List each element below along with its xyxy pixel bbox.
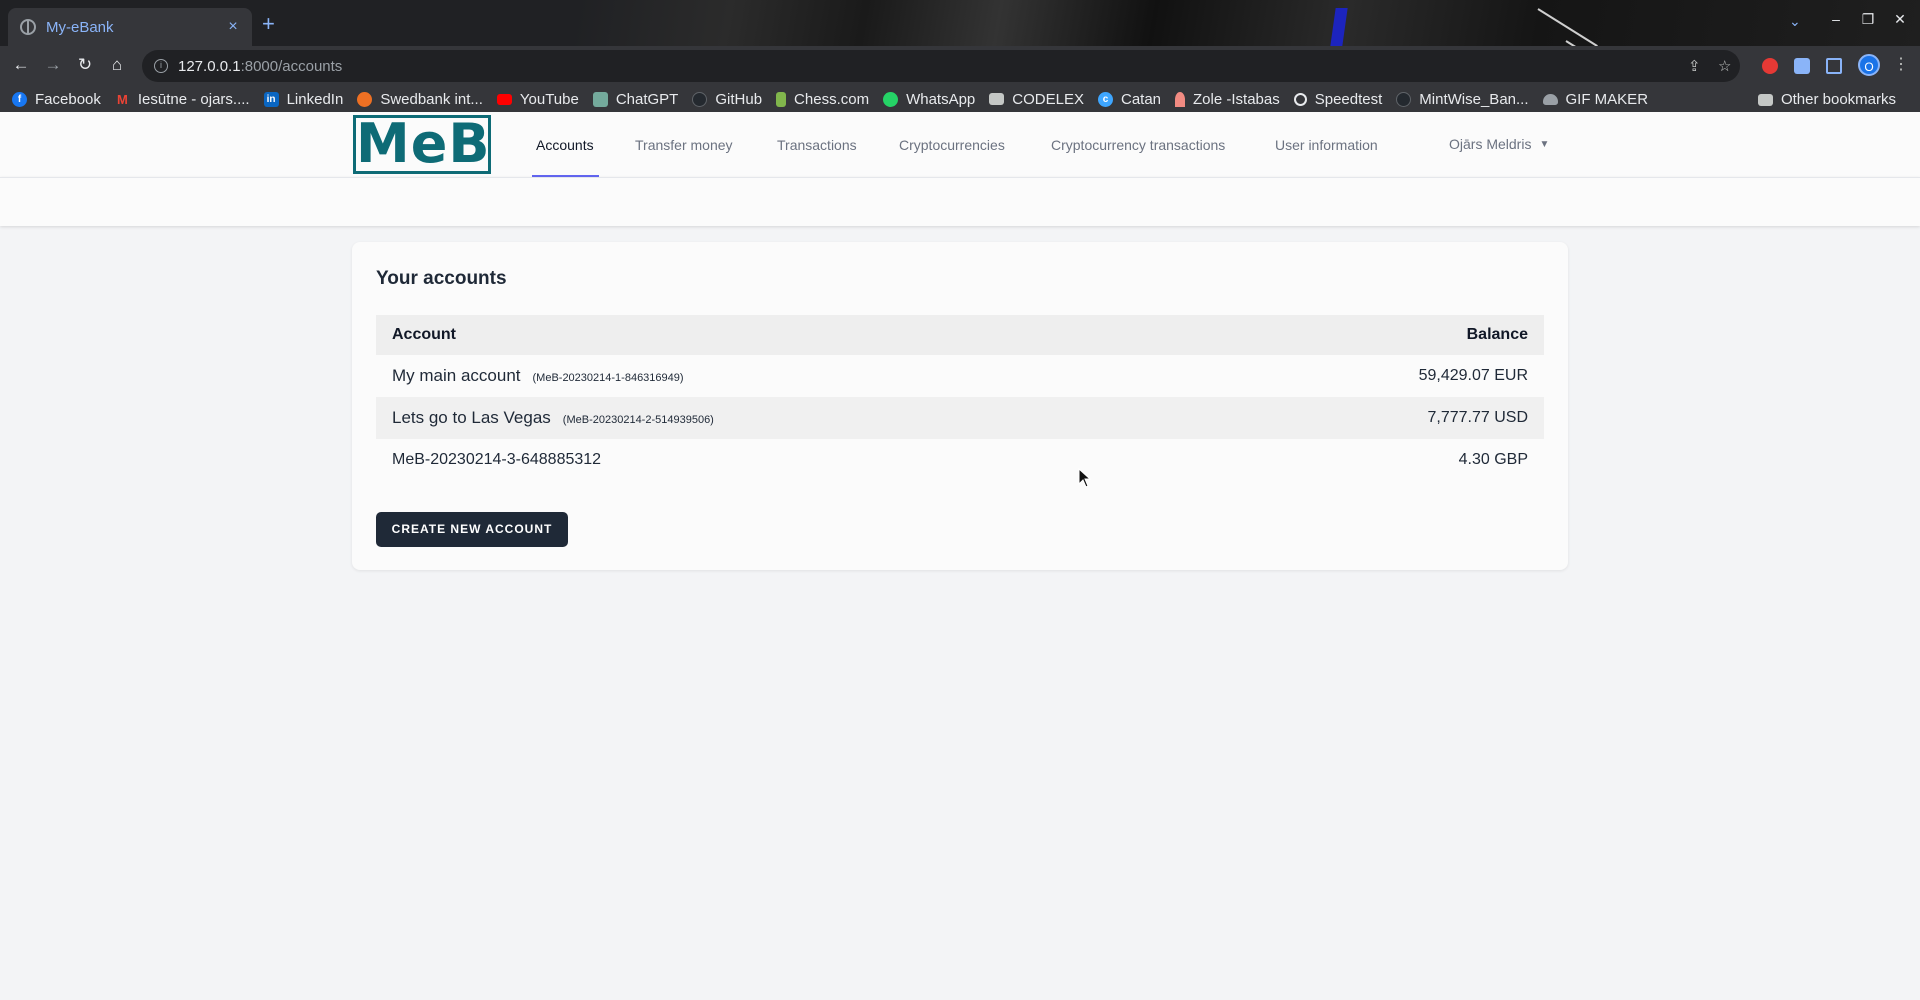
account-balance: 7,777.77 USD bbox=[1427, 409, 1528, 426]
browser-titlebar: My-eBank × + ⌄ – ❐ ✕ bbox=[0, 0, 1920, 54]
table-row[interactable]: My main account (MeB-20230214-1-846316949… bbox=[376, 355, 1544, 397]
speedtest-icon bbox=[1293, 92, 1307, 106]
chevron-down-icon: ▼ bbox=[1539, 138, 1550, 150]
account-name: My main account bbox=[392, 366, 521, 385]
create-new-account-button[interactable]: CREATE NEW ACCOUNT bbox=[376, 512, 568, 547]
page-title: Your accounts bbox=[376, 268, 507, 289]
catan-icon: c bbox=[1097, 91, 1113, 107]
bookmark-item[interactable]: WhatsApp bbox=[883, 91, 975, 108]
accounts-card: Your accounts Account Balance My main ac… bbox=[352, 242, 1568, 570]
table-row[interactable]: Lets go to Las Vegas (MeB-20230214-2-5149… bbox=[376, 397, 1544, 439]
reload-icon[interactable]: ↻ bbox=[74, 55, 96, 75]
linkedin-icon: in bbox=[263, 91, 279, 107]
gmail-icon: M bbox=[116, 91, 128, 107]
chatgpt-icon bbox=[592, 91, 608, 107]
bookmark-item[interactable]: GIF MAKER bbox=[1542, 91, 1648, 108]
bookmark-item[interactable]: CODELEX bbox=[989, 91, 1084, 108]
bookmark-item[interactable]: YouTube bbox=[496, 91, 579, 108]
tab-title: My-eBank bbox=[46, 18, 114, 36]
bookmark-item[interactable]: ChatGPT bbox=[592, 91, 678, 108]
column-header-balance: Balance bbox=[1466, 326, 1528, 343]
browser-toolbar: ← → ↻ ⌂ i 127.0.0.1:8000/accounts ⇪ ☆ O … bbox=[0, 46, 1920, 86]
close-tab-icon[interactable]: × bbox=[224, 18, 242, 36]
home-icon[interactable]: ⌂ bbox=[106, 55, 128, 75]
forward-icon[interactable]: → bbox=[42, 55, 64, 75]
account-number: (MeB-20230214-2-514939506) bbox=[562, 414, 714, 426]
folder-icon bbox=[989, 93, 1005, 105]
extension-red-icon[interactable] bbox=[1762, 58, 1778, 74]
nav-accounts[interactable]: Accounts bbox=[536, 137, 594, 153]
nav-transfer-money[interactable]: Transfer money bbox=[635, 137, 733, 153]
minimize-icon[interactable]: – bbox=[1825, 11, 1847, 27]
table-row[interactable]: MeB-20230214-3-648885312 4.30 GBP bbox=[376, 439, 1544, 481]
bookmark-item[interactable]: in LinkedIn bbox=[263, 91, 343, 108]
close-window-icon[interactable]: ✕ bbox=[1889, 11, 1911, 28]
extensions-puzzle-icon[interactable] bbox=[1794, 58, 1810, 74]
account-name: MeB-20230214-3-648885312 bbox=[392, 451, 602, 468]
nav-user-information[interactable]: User information bbox=[1275, 137, 1378, 153]
bookmark-star-icon[interactable]: ☆ bbox=[1718, 57, 1731, 75]
profile-avatar[interactable]: O bbox=[1858, 54, 1880, 76]
url-host: 127.0.0.1 bbox=[178, 57, 241, 75]
side-panel-icon[interactable] bbox=[1826, 58, 1842, 74]
back-icon[interactable]: ← bbox=[10, 55, 32, 75]
account-balance: 4.30 GBP bbox=[1458, 451, 1528, 468]
new-tab-button[interactable]: + bbox=[262, 13, 275, 35]
browser-tab[interactable]: My-eBank × bbox=[8, 8, 252, 46]
url-path: :8000/accounts bbox=[240, 57, 343, 75]
bookmark-item[interactable]: GitHub bbox=[692, 91, 762, 108]
app-header: MeB Accounts Transfer money Transactions… bbox=[0, 112, 1920, 177]
account-balance: 59,429.07 EUR bbox=[1418, 367, 1528, 384]
bookmark-item[interactable]: f Facebook bbox=[12, 91, 101, 108]
youtube-icon bbox=[496, 93, 512, 105]
bookmark-item[interactable]: Speedtest bbox=[1293, 91, 1382, 108]
nav-cryptocurrency-transactions[interactable]: Cryptocurrency transactions bbox=[1051, 137, 1225, 153]
cloud-icon bbox=[1542, 93, 1558, 105]
column-header-account: Account bbox=[392, 326, 456, 343]
globe-icon bbox=[20, 19, 36, 35]
site-info-icon[interactable]: i bbox=[154, 59, 168, 73]
nav-cryptocurrencies[interactable]: Cryptocurrencies bbox=[899, 137, 1005, 153]
bookmark-item[interactable]: M Iesūtne - ojars.... bbox=[115, 91, 250, 108]
swedbank-icon bbox=[357, 91, 373, 107]
user-name: Ojārs Meldris bbox=[1449, 136, 1532, 152]
page-subheader bbox=[0, 177, 1920, 226]
restore-icon[interactable]: ❐ bbox=[1857, 11, 1879, 28]
bookmarks-bar: f Facebook M Iesūtne - ojars.... in LinkedI… bbox=[0, 86, 1920, 112]
account-name: Lets go to Las Vegas bbox=[392, 408, 551, 427]
wallpaper-stripe bbox=[1330, 8, 1348, 46]
user-dropdown[interactable]: Ojārs Meldris ▼ bbox=[1449, 136, 1549, 152]
nav-transactions[interactable]: Transactions bbox=[777, 137, 857, 153]
table-header: Account Balance bbox=[376, 315, 1544, 355]
github-icon bbox=[1396, 91, 1412, 107]
bookmark-item[interactable]: Zole -Istabas bbox=[1175, 91, 1280, 108]
bookmark-item[interactable]: Chess.com bbox=[776, 91, 869, 108]
browser-menu-icon[interactable]: ⋮ bbox=[1893, 54, 1909, 74]
tab-search-icon[interactable]: ⌄ bbox=[1789, 13, 1801, 30]
bookmark-item[interactable]: Swedbank int... bbox=[357, 91, 483, 108]
meb-logo[interactable]: MeB bbox=[353, 115, 491, 174]
address-bar[interactable]: i 127.0.0.1:8000/accounts ⇪ ☆ bbox=[142, 50, 1740, 82]
chess-icon bbox=[776, 91, 787, 107]
other-bookmarks[interactable]: Other bookmarks bbox=[1757, 91, 1896, 108]
zole-icon bbox=[1175, 91, 1186, 107]
bookmark-item[interactable]: MintWise_Ban... bbox=[1396, 91, 1529, 108]
accounts-table: Account Balance My main account (MeB-2023… bbox=[376, 315, 1544, 481]
github-icon bbox=[692, 91, 708, 107]
folder-icon bbox=[1757, 93, 1773, 106]
whatsapp-icon bbox=[883, 91, 899, 107]
bookmark-item[interactable]: c Catan bbox=[1097, 91, 1161, 108]
account-number: (MeB-20230214-1-846316949) bbox=[532, 372, 684, 384]
facebook-icon: f bbox=[12, 91, 27, 107]
share-icon[interactable]: ⇪ bbox=[1688, 57, 1701, 75]
